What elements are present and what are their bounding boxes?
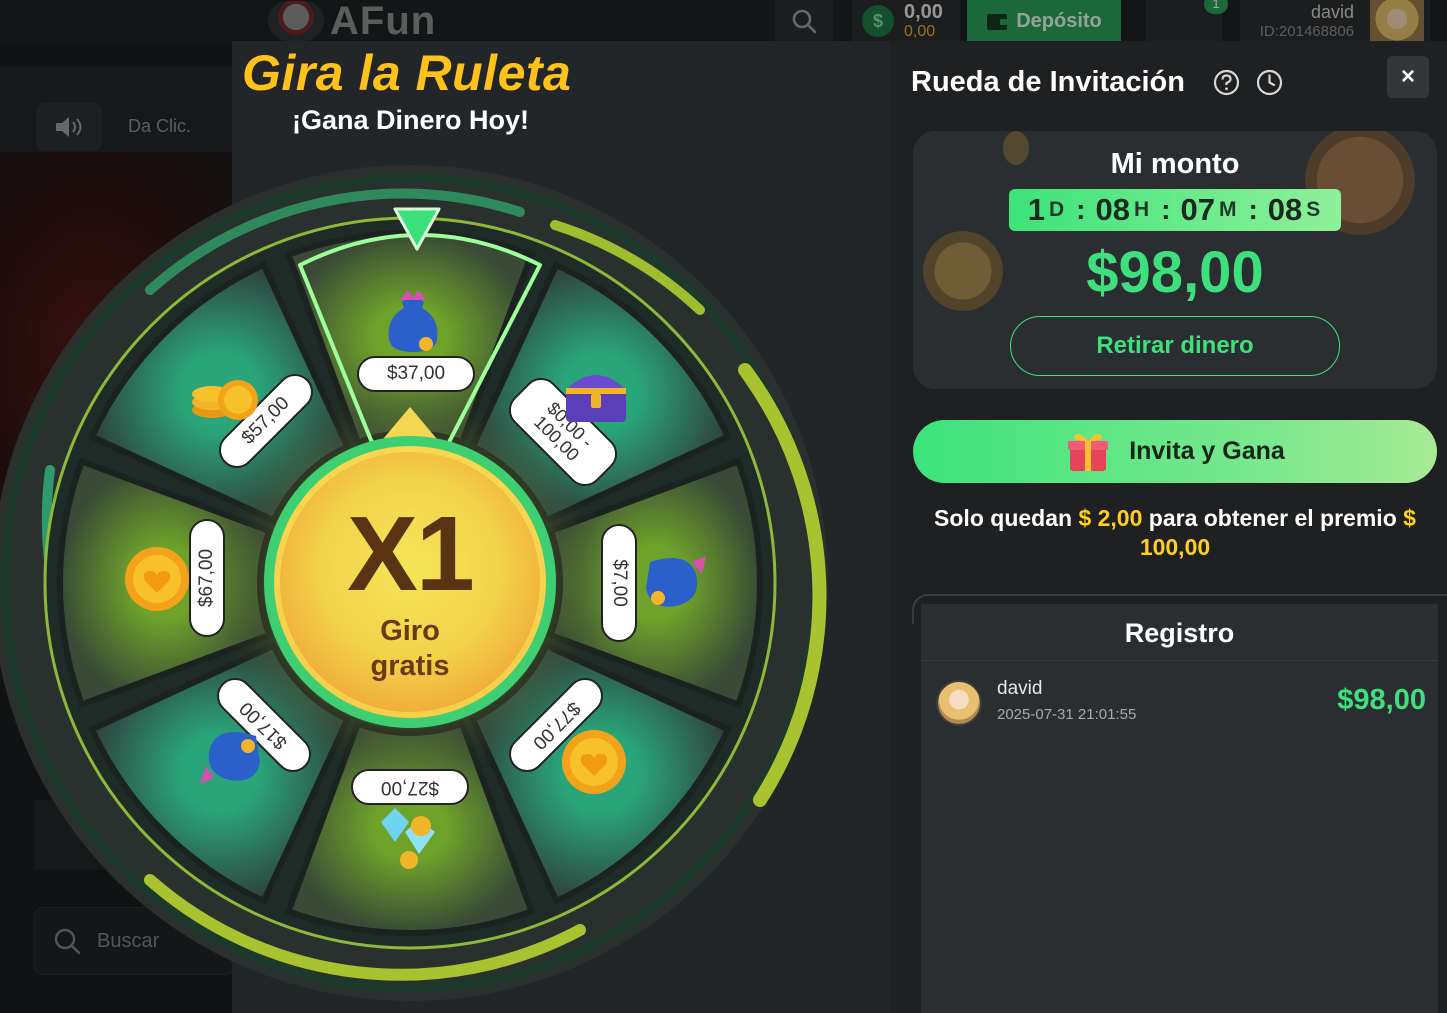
timer-hours: 08 — [1095, 192, 1130, 227]
timer-separator: : — [1248, 194, 1258, 225]
record-user-name: david — [997, 678, 1043, 699]
my-amount-value: $98,00 — [1086, 240, 1264, 305]
registro-panel: Registro david 2025-07-31 21:01:55 $98,0… — [921, 604, 1438, 1013]
my-amount-card: Mi monto 1D : 08 H :07 M :08 S $98,00 Retir… — [913, 131, 1437, 389]
prize-label: $67,00 — [189, 519, 225, 637]
registro-title: Registro — [1124, 618, 1235, 648]
spin-multiplier: X1 — [347, 495, 475, 613]
panel-title: Rueda de Invitación — [911, 66, 1185, 98]
invite-label: Invita y Gana — [1129, 437, 1285, 465]
money-bag-icon — [200, 732, 260, 784]
remaining-prefix: Solo quedan — [934, 505, 1073, 531]
list-item: david 2025-07-31 21:01:55 $98,00 — [921, 666, 1438, 746]
wheel-title: Gira la Ruleta — [242, 45, 572, 101]
card-title: Mi monto — [1110, 148, 1240, 180]
prize-label: $27,00 — [351, 769, 469, 805]
help-icon[interactable] — [1213, 69, 1240, 96]
remaining-amount: 2,00 — [1097, 505, 1143, 531]
spin-button[interactable]: X1 Giro gratis — [264, 436, 556, 728]
money-bag-icon — [646, 556, 706, 607]
timer-days: 1 — [1027, 192, 1045, 227]
remaining-message: Solo quedan $ 2,00 para obtener el premi… — [905, 504, 1445, 563]
prize-label: $7,00 — [601, 524, 637, 642]
free-spin-label: Giro gratis — [274, 614, 546, 684]
timer-seconds-unit: S — [1306, 198, 1321, 221]
wheel-subtitle: ¡Gana Dinero Hoy! — [292, 105, 530, 135]
treasure-chest-icon — [566, 375, 626, 422]
close-icon: × — [1400, 63, 1415, 90]
remaining-currency: $ — [1078, 505, 1092, 531]
prize-currency: $ — [1403, 505, 1416, 531]
timer-minutes-unit: M — [1218, 198, 1237, 221]
prize-amount: 100,00 — [1139, 534, 1211, 561]
record-amount: $98,00 — [1337, 684, 1426, 716]
timer-days-unit: D — [1048, 198, 1065, 221]
history-clock-icon[interactable] — [1256, 69, 1283, 96]
free-spin-text: Giro gratis — [370, 615, 450, 682]
record-timestamp: 2025-07-31 21:01:55 — [997, 706, 1137, 723]
coin-stack-icon — [192, 380, 258, 420]
diamonds-coins-icon — [381, 808, 435, 869]
timer-hours-unit: H — [1133, 198, 1150, 221]
timer-seconds: 08 — [1267, 192, 1303, 227]
avatar — [936, 680, 982, 726]
gift-icon — [1068, 433, 1109, 471]
wheel-pointer-icon — [393, 207, 441, 251]
money-bag-icon — [388, 290, 438, 352]
withdraw-button[interactable]: Retirar dinero — [1010, 316, 1340, 376]
timer-separator: : — [1076, 194, 1086, 225]
divider — [921, 660, 1438, 661]
timer-minutes: 07 — [1180, 192, 1215, 227]
remaining-middle: para obtener el premio — [1148, 505, 1397, 531]
timer-separator: : — [1161, 194, 1171, 225]
invite-and-earn-button[interactable]: Invita y Gana — [913, 420, 1437, 483]
prize-label: $37,00 — [357, 356, 475, 392]
countdown-timer: 1D : 08 H :07 M :08 S — [1009, 189, 1341, 231]
gold-coin-icon — [125, 547, 189, 611]
close-button[interactable]: × — [1387, 56, 1429, 98]
gold-coin-icon — [562, 730, 626, 794]
